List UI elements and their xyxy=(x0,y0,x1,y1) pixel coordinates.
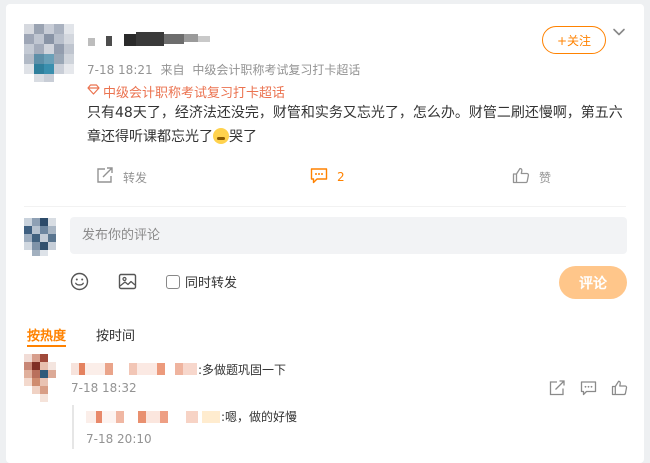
post-source[interactable]: 中级会计职称考试复习打卡超话 xyxy=(192,63,360,77)
diamond-icon xyxy=(87,84,103,99)
post-content: 只有48天了，经济法还没完，财管和实务又忘光了，怎么办。财管二刷还慢啊，第五六章… xyxy=(87,101,627,149)
reply-item: :嗯，做的好慢 xyxy=(86,408,297,425)
smiley-icon[interactable] xyxy=(70,272,89,295)
post-time[interactable]: 7-18 18:21 xyxy=(87,63,153,77)
reply-time: 7-18 20:10 xyxy=(86,432,152,446)
post-source-prefix: 来自 xyxy=(160,63,185,77)
image-icon[interactable] xyxy=(118,272,137,295)
post-text: 只有48天了，经济法还没完，财管和实务又忘光了，怎么办。财管二刷还慢啊，第五六章… xyxy=(87,105,623,145)
also-repost-checkbox[interactable]: 同时转发 xyxy=(166,272,237,291)
author-avatar[interactable] xyxy=(24,24,74,82)
share-icon xyxy=(96,167,123,187)
author-name-redacted[interactable] xyxy=(88,32,218,48)
comment-icon xyxy=(310,167,337,187)
comment-input[interactable] xyxy=(70,217,627,254)
comment-text: :多做题巩固一下 xyxy=(198,362,287,377)
topic-label: 中级会计职称考试复习打卡超话 xyxy=(103,86,286,101)
commenter-avatar[interactable] xyxy=(24,354,56,404)
post-text-tail: 哭了 xyxy=(229,129,257,145)
post-meta: 7-18 18:21 来自 中级会计职称考试复习打卡超话 xyxy=(87,61,364,78)
comment-tools xyxy=(549,380,642,396)
tab-sort-hot[interactable]: 按热度 xyxy=(27,325,67,347)
crying-emoji-icon xyxy=(213,128,229,144)
comment-time: 7-18 18:32 xyxy=(71,381,137,395)
checkbox-box[interactable] xyxy=(166,274,180,289)
also-repost-label: 同时转发 xyxy=(185,276,238,291)
comment-button[interactable]: 2 xyxy=(310,167,345,187)
comment-item: :多做题巩固一下 xyxy=(71,360,286,378)
submit-comment-button[interactable]: 评论 xyxy=(559,266,627,299)
tab-sort-time[interactable]: 按时间 xyxy=(96,325,135,344)
repost-label: 转发 xyxy=(123,170,148,185)
follow-button[interactable]: +关注 xyxy=(542,26,606,54)
chevron-down-icon[interactable] xyxy=(611,24,627,40)
my-avatar[interactable] xyxy=(24,218,58,256)
post-actions-bar: 转发 2 赞 xyxy=(6,162,644,192)
reply-text: :嗯，做的好慢 xyxy=(221,410,298,424)
comment-sort-tabs: 按热度 按时间 xyxy=(27,325,165,347)
reply-thread: :嗯，做的好慢 7-18 20:10 xyxy=(72,405,627,449)
share-icon[interactable] xyxy=(549,380,566,396)
repost-button[interactable]: 转发 xyxy=(96,167,147,187)
like-label: 赞 xyxy=(539,170,552,185)
thumbs-up-icon[interactable] xyxy=(611,380,628,396)
comment-icon[interactable] xyxy=(580,380,597,396)
like-button[interactable]: 赞 xyxy=(512,167,551,187)
topic-link[interactable]: 中级会计职称考试复习打卡超话 xyxy=(87,82,285,101)
divider xyxy=(24,206,626,207)
commenter-name-redacted[interactable] xyxy=(71,363,197,375)
thumbs-up-icon xyxy=(512,167,539,187)
comment-count: 2 xyxy=(337,170,345,184)
weibo-post-card: 7-18 18:21 来自 中级会计职称考试复习打卡超话 +关注 中级会计职称考… xyxy=(6,4,644,463)
replier-name-redacted[interactable] xyxy=(86,410,220,423)
